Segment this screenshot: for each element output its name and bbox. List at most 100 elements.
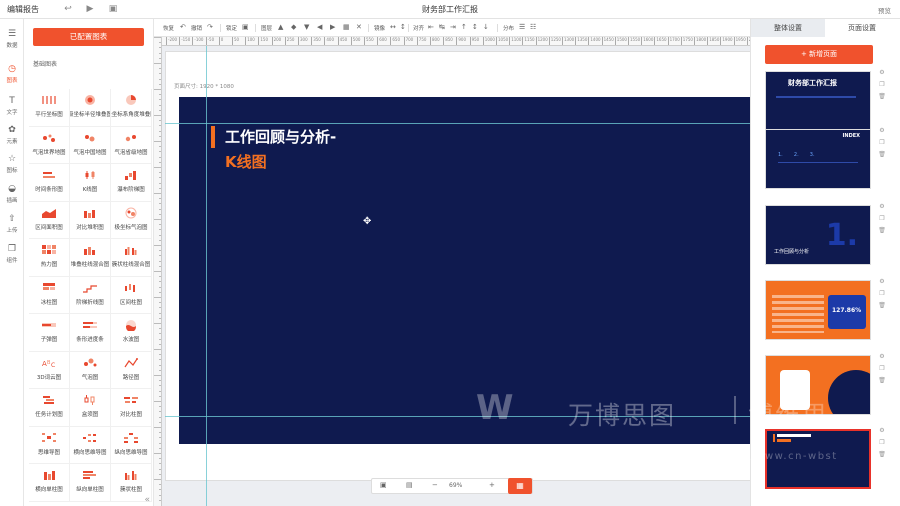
trash-icon[interactable]: 🗑 xyxy=(878,149,886,161)
lock-button[interactable]: 锁定 xyxy=(226,24,237,32)
distribute-button[interactable]: 分布 xyxy=(503,24,514,32)
chart-tile[interactable]: 区间柱图 xyxy=(111,276,152,314)
redo-button[interactable]: 撤销 xyxy=(191,24,202,32)
page-thumbnail[interactable] xyxy=(765,355,871,415)
page-thumbnail[interactable]: 财务部工作汇报 xyxy=(765,71,871,131)
rail-item-illustration[interactable]: ◒ 插画 xyxy=(0,180,24,208)
chart-tile[interactable]: 盒须图 xyxy=(70,389,111,427)
guide-line[interactable] xyxy=(206,46,207,506)
chart-tile[interactable]: 气泡图 xyxy=(70,351,111,389)
chart-tile[interactable]: 对比堆积图 xyxy=(70,201,111,239)
chart-tile[interactable]: 气泡世界地图 xyxy=(29,126,70,164)
rail-item-charts[interactable]: ◷ 图表 xyxy=(0,60,24,88)
tab-page-settings[interactable]: 页面设置 xyxy=(825,19,899,37)
guide-line[interactable] xyxy=(165,416,750,417)
layer-button[interactable]: 图层 xyxy=(261,24,272,32)
page-thumbnail[interactable]: 1. 工作回顾与分析 xyxy=(765,205,871,265)
zoom-out-icon[interactable]: − xyxy=(432,481,438,489)
settings-icon[interactable]: ⚙ xyxy=(879,201,884,213)
chart-tile[interactable]: 子弹图 xyxy=(29,314,70,352)
tab-overall-settings[interactable]: 整体设置 xyxy=(751,19,825,37)
chart-tile[interactable]: 平行坐标图 xyxy=(29,89,70,127)
chart-tile[interactable]: 横向单柱图 xyxy=(29,464,70,502)
distribute-v-icon[interactable]: ☷ xyxy=(530,23,536,31)
settings-icon[interactable]: ⚙ xyxy=(879,425,884,437)
align-middle-icon[interactable]: ◆ xyxy=(291,23,296,31)
chart-tile[interactable]: 极坐标半径堆叠图 xyxy=(70,89,111,127)
chart-tile[interactable]: A B C 3D词云图 xyxy=(29,351,70,389)
align-right-icon[interactable]: ▶ xyxy=(330,23,335,31)
chart-tile[interactable]: 瀑布阶梯图 xyxy=(111,164,152,202)
chart-tile[interactable]: 阶梯折线图 xyxy=(70,276,111,314)
chart-tile[interactable]: 思维导图 xyxy=(29,426,70,464)
chart-tile[interactable]: 极坐标系角度堆叠图 xyxy=(111,89,152,127)
copy-icon[interactable]: ❐ xyxy=(879,137,884,149)
back-icon[interactable]: ↩ xyxy=(62,3,74,15)
rail-item-text[interactable]: T 文字 xyxy=(0,92,24,120)
copy-icon[interactable]: ❐ xyxy=(879,363,884,375)
page-thumbnail[interactable]: 127.86% xyxy=(765,280,871,340)
align-1-icon[interactable]: ⇤ xyxy=(428,23,434,31)
collapse-panel-icon[interactable]: « xyxy=(144,495,150,505)
chart-tile[interactable]: 堆叠柱线混合图 xyxy=(70,239,111,277)
trash-icon[interactable]: 🗑 xyxy=(878,375,886,387)
rail-item-icons[interactable]: ☆ 图标 xyxy=(0,150,24,178)
trash-icon[interactable]: ✕ xyxy=(356,23,362,31)
zoom-in-icon[interactable]: + xyxy=(489,481,495,489)
align-top-icon[interactable]: ▲ xyxy=(278,23,283,31)
align-3-icon[interactable]: ⇥ xyxy=(450,23,456,31)
settings-icon[interactable]: ⚙ xyxy=(879,276,884,288)
trash-icon[interactable]: 🗑 xyxy=(878,225,886,237)
slide-title[interactable]: 工作回顾与分析- xyxy=(225,126,336,147)
trash-icon[interactable]: 🗑 xyxy=(878,91,886,103)
align-bottom-icon[interactable]: ▼ xyxy=(304,23,309,31)
chart-tile[interactable]: K线图 xyxy=(70,164,111,202)
align-6-icon[interactable]: ↓ xyxy=(483,23,489,31)
rail-item-upload[interactable]: ⇧ 上传 xyxy=(0,210,24,238)
group-icon[interactable]: ▦ xyxy=(343,23,350,31)
page-thumbnail[interactable]: INDEX 1. 2. 3. xyxy=(765,129,871,189)
fit-screen-icon[interactable]: ▣ xyxy=(380,481,387,489)
chart-tile[interactable]: 水波图 xyxy=(111,314,152,352)
trash-icon[interactable]: 🗑 xyxy=(878,449,886,461)
settings-icon[interactable]: ⚙ xyxy=(879,67,884,79)
align-5-icon[interactable]: ↕ xyxy=(472,23,478,31)
chart-tile[interactable]: 条形进度条 xyxy=(70,314,111,352)
copy-icon[interactable]: ❐ xyxy=(879,79,884,91)
configured-charts-button[interactable]: 已配置图表 xyxy=(33,28,144,46)
trash-icon[interactable]: 🗑 xyxy=(878,300,886,312)
align-left-icon[interactable]: ◀ xyxy=(317,23,322,31)
preview-button[interactable]: 预览 xyxy=(878,5,891,15)
copy-icon[interactable]: ❐ xyxy=(879,437,884,449)
chart-tile[interactable]: 纵向单柱图 xyxy=(70,464,111,502)
chart-tile[interactable]: 冰柱图 xyxy=(29,276,70,314)
flip-v-icon[interactable]: ↕ xyxy=(400,23,406,31)
ruler-toggle-icon[interactable]: ▤ xyxy=(406,481,413,489)
page-thumbnail[interactable] xyxy=(765,429,871,489)
chart-tile[interactable]: 任务计划图 xyxy=(29,389,70,427)
undo-button[interactable]: 恢复 xyxy=(163,24,174,32)
chart-tile[interactable]: 对比柱图 xyxy=(111,389,152,427)
save-icon[interactable]: ▣ xyxy=(107,3,119,15)
undo-icon[interactable]: ↶ xyxy=(180,23,186,31)
rail-item-data[interactable]: ☰ 数据 xyxy=(0,25,24,53)
chart-tile[interactable]: 时间条形图 xyxy=(29,164,70,202)
flip-h-icon[interactable]: ↔ xyxy=(390,23,396,31)
align-4-icon[interactable]: ↑ xyxy=(461,23,467,31)
mirror-button[interactable]: 镜像 xyxy=(374,24,385,32)
chart-tile[interactable]: 气泡中国地图 xyxy=(70,126,111,164)
slide-canvas[interactable]: 工作回顾与分析- K线图 ✥ xyxy=(179,97,750,444)
chart-tile[interactable]: 路径图 xyxy=(111,351,152,389)
rail-item-elements[interactable]: ✿ 元素 xyxy=(0,121,24,149)
add-page-button[interactable]: + 新增页面 xyxy=(765,45,873,64)
align-button[interactable]: 对齐 xyxy=(413,24,424,32)
copy-icon[interactable]: ❐ xyxy=(879,213,884,225)
copy-icon[interactable]: ❐ xyxy=(879,288,884,300)
lock-icon[interactable]: ▣ xyxy=(242,23,249,31)
chart-tile[interactable]: 横向思维导图 xyxy=(70,426,111,464)
chart-tile[interactable]: 热力图 xyxy=(29,239,70,277)
chart-tile[interactable]: 簇状柱线混合图 xyxy=(111,239,152,277)
chart-tile[interactable]: 气泡省级地图 xyxy=(111,126,152,164)
settings-icon[interactable]: ⚙ xyxy=(879,125,884,137)
align-2-icon[interactable]: ↹ xyxy=(439,23,445,31)
